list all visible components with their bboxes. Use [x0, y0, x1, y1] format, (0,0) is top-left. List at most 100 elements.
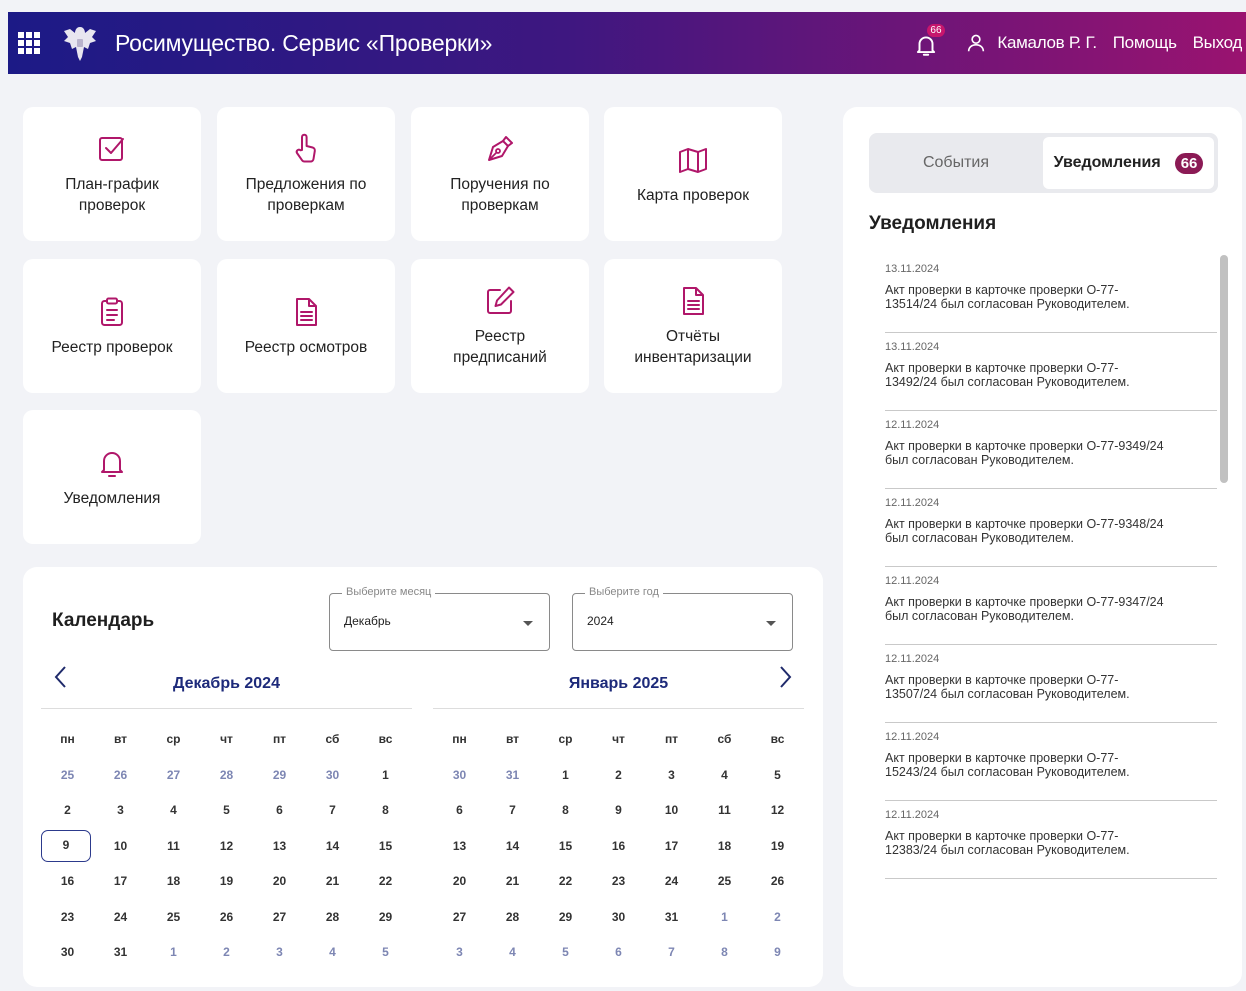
- tile-proposals[interactable]: Предложения по проверкам: [217, 107, 395, 241]
- calendar-day[interactable]: 14: [306, 837, 359, 873]
- calendar-day[interactable]: 30: [592, 908, 645, 944]
- logout-link[interactable]: Выход: [1193, 33, 1243, 53]
- calendar-day[interactable]: 11: [698, 801, 751, 837]
- calendar-day[interactable]: 25: [698, 872, 751, 908]
- calendar-day[interactable]: 23: [592, 872, 645, 908]
- calendar-day[interactable]: 25: [147, 908, 200, 944]
- notification-item[interactable]: 12.11.2024 Акт проверки в карточке провер…: [885, 723, 1217, 801]
- calendar-day[interactable]: 27: [253, 908, 306, 944]
- tab-notifications[interactable]: Уведомления 66: [1043, 137, 1214, 189]
- calendar-day[interactable]: 17: [94, 872, 147, 908]
- tab-events[interactable]: События: [873, 137, 1039, 189]
- calendar-day[interactable]: 5: [539, 943, 592, 979]
- calendar-day[interactable]: 6: [253, 801, 306, 837]
- calendar-day[interactable]: 28: [306, 908, 359, 944]
- notification-item[interactable]: 13.11.2024 Акт проверки в карточке провер…: [885, 255, 1217, 333]
- calendar-day[interactable]: 13: [253, 837, 306, 873]
- month-select[interactable]: Выберите месяц Декабрь: [329, 586, 550, 651]
- calendar-day[interactable]: 8: [539, 801, 592, 837]
- calendar-day[interactable]: 5: [359, 943, 412, 979]
- calendar-day[interactable]: 3: [253, 943, 306, 979]
- calendar-day[interactable]: 5: [751, 766, 804, 802]
- calendar-day[interactable]: 19: [200, 872, 253, 908]
- calendar-day[interactable]: 22: [359, 872, 412, 908]
- calendar-day[interactable]: 10: [94, 837, 147, 873]
- calendar-day[interactable]: 23: [41, 908, 94, 944]
- calendar-day[interactable]: 17: [645, 837, 698, 873]
- notifications-button[interactable]: 66: [913, 24, 945, 58]
- year-select[interactable]: Выберите год 2024: [572, 586, 793, 651]
- calendar-day[interactable]: 31: [645, 908, 698, 944]
- tile-notifications[interactable]: Уведомления: [23, 410, 201, 544]
- calendar-day[interactable]: 27: [433, 908, 486, 944]
- tile-inspection-map[interactable]: Карта проверок: [604, 107, 782, 241]
- calendar-day[interactable]: 29: [539, 908, 592, 944]
- calendar-day[interactable]: 19: [751, 837, 804, 873]
- tile-inspection-registry[interactable]: Реестр проверок: [23, 259, 201, 393]
- calendar-day[interactable]: 7: [306, 801, 359, 837]
- notification-item[interactable]: 12.11.2024 Акт проверки в карточке провер…: [885, 489, 1217, 567]
- calendar-day[interactable]: 20: [253, 872, 306, 908]
- calendar-day[interactable]: 26: [200, 908, 253, 944]
- calendar-day[interactable]: 30: [41, 943, 94, 979]
- tile-inventory-reports[interactable]: Отчёты инвентаризации: [604, 259, 782, 393]
- calendar-day[interactable]: 4: [147, 801, 200, 837]
- calendar-day[interactable]: 22: [539, 872, 592, 908]
- calendar-day[interactable]: 7: [486, 801, 539, 837]
- calendar-day[interactable]: 8: [359, 801, 412, 837]
- calendar-day[interactable]: 6: [433, 801, 486, 837]
- user-name-link[interactable]: Камалов Р. Г.: [997, 33, 1097, 53]
- tile-survey-registry[interactable]: Реестр осмотров: [217, 259, 395, 393]
- calendar-day[interactable]: 5: [200, 801, 253, 837]
- calendar-day[interactable]: 6: [592, 943, 645, 979]
- calendar-day[interactable]: 30: [433, 766, 486, 802]
- calendar-day[interactable]: 2: [751, 908, 804, 944]
- calendar-day[interactable]: 31: [486, 766, 539, 802]
- calendar-day[interactable]: 15: [359, 837, 412, 873]
- notification-item[interactable]: 12.11.2024 Акт проверки в карточке провер…: [885, 801, 1217, 879]
- calendar-day[interactable]: 1: [698, 908, 751, 944]
- calendar-day[interactable]: 11: [147, 837, 200, 873]
- notification-item[interactable]: 13.11.2024 Акт проверки в карточке провер…: [885, 333, 1217, 411]
- calendar-day[interactable]: 4: [698, 766, 751, 802]
- notification-item[interactable]: 12.11.2024 Акт проверки в карточке провер…: [885, 567, 1217, 645]
- scrollbar-thumb[interactable]: [1220, 255, 1228, 483]
- help-link[interactable]: Помощь: [1113, 33, 1177, 53]
- calendar-day[interactable]: 3: [645, 766, 698, 802]
- calendar-day[interactable]: 1: [147, 943, 200, 979]
- calendar-day[interactable]: 28: [486, 908, 539, 944]
- calendar-day[interactable]: 7: [645, 943, 698, 979]
- calendar-day[interactable]: 16: [592, 837, 645, 873]
- calendar-day[interactable]: 2: [592, 766, 645, 802]
- calendar-day[interactable]: 18: [698, 837, 751, 873]
- calendar-day[interactable]: 30: [306, 766, 359, 802]
- calendar-day[interactable]: 29: [253, 766, 306, 802]
- calendar-day[interactable]: 26: [751, 872, 804, 908]
- calendar-day[interactable]: 12: [200, 837, 253, 873]
- calendar-day[interactable]: 1: [359, 766, 412, 802]
- calendar-day[interactable]: 21: [306, 872, 359, 908]
- calendar-day[interactable]: 20: [433, 872, 486, 908]
- calendar-day[interactable]: 9: [751, 943, 804, 979]
- notification-item[interactable]: 12.11.2024 Акт проверки в карточке провер…: [885, 645, 1217, 723]
- calendar-day[interactable]: 16: [41, 872, 94, 908]
- calendar-day[interactable]: 15: [539, 837, 592, 873]
- calendar-day[interactable]: 1: [539, 766, 592, 802]
- calendar-day[interactable]: 8: [698, 943, 751, 979]
- calendar-day[interactable]: 14: [486, 837, 539, 873]
- tile-plan-schedule[interactable]: План-график проверок: [23, 107, 201, 241]
- calendar-day[interactable]: 3: [433, 943, 486, 979]
- notification-item[interactable]: 12.11.2024 Акт проверки в карточке провер…: [885, 411, 1217, 489]
- calendar-day[interactable]: 13: [433, 837, 486, 873]
- calendar-day[interactable]: 12: [751, 801, 804, 837]
- calendar-day[interactable]: 26: [94, 766, 147, 802]
- calendar-day[interactable]: 24: [94, 908, 147, 944]
- calendar-day[interactable]: 10: [645, 801, 698, 837]
- calendar-day[interactable]: 9: [592, 801, 645, 837]
- apps-grid-icon[interactable]: [18, 32, 40, 54]
- calendar-day[interactable]: 28: [200, 766, 253, 802]
- tile-prescription-registry[interactable]: Реестр предписаний: [411, 259, 589, 393]
- calendar-day-today[interactable]: 9: [41, 829, 91, 862]
- calendar-day[interactable]: 4: [306, 943, 359, 979]
- calendar-day[interactable]: 27: [147, 766, 200, 802]
